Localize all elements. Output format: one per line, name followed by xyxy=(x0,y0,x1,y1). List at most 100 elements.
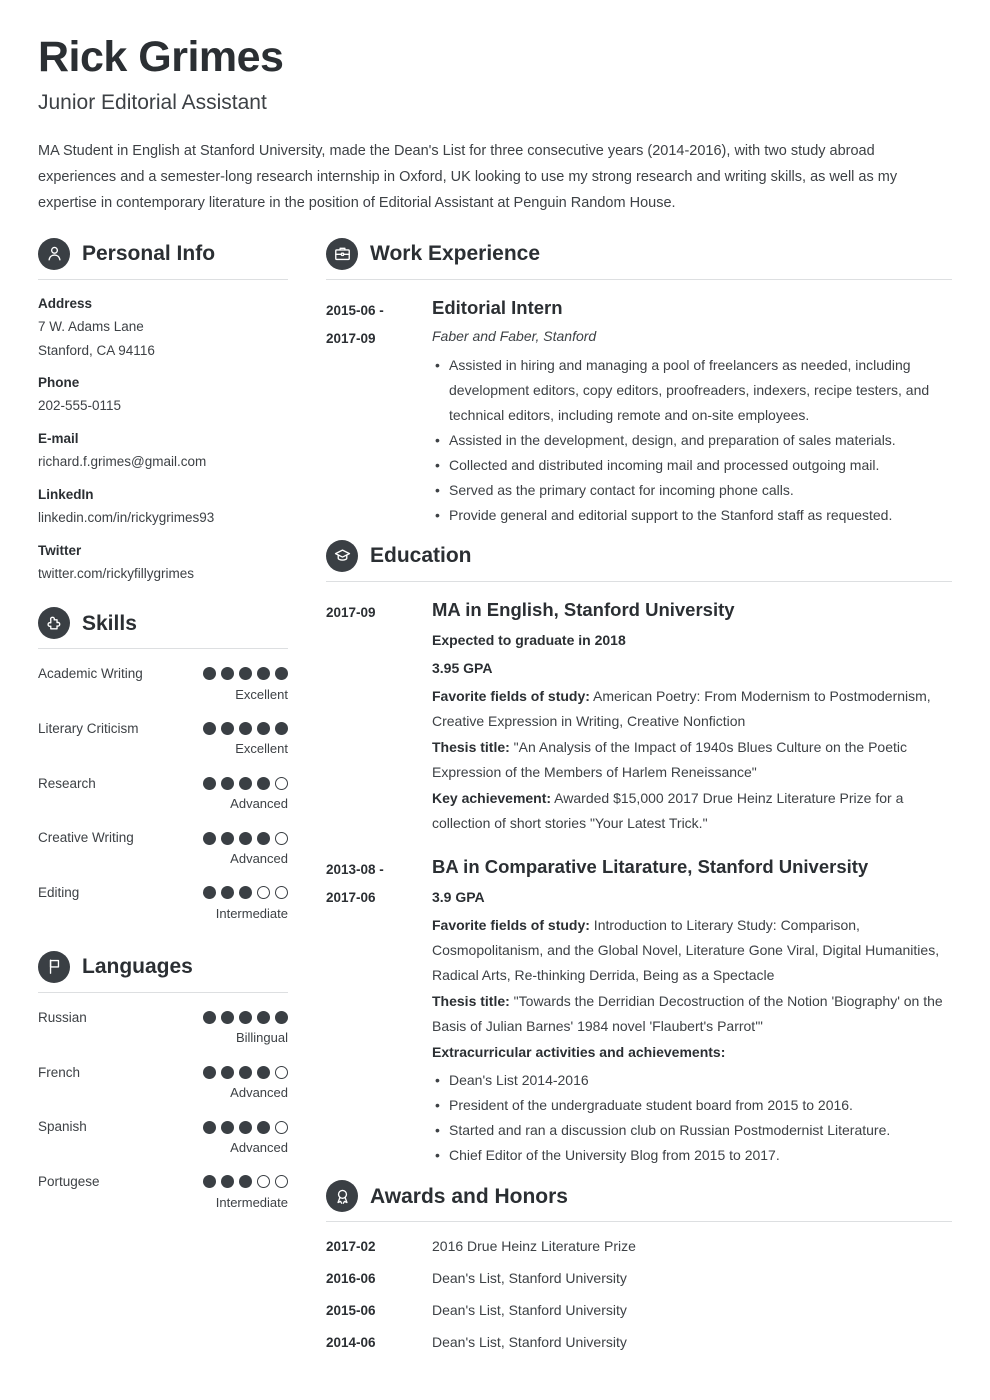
rating-dot-filled xyxy=(221,1175,234,1189)
rating-dot-filled xyxy=(221,831,234,845)
personal-info-field: Twitter twitter.com/rickyfillygrimes xyxy=(38,543,288,585)
rating-dot-filled xyxy=(239,1065,252,1079)
education-detail-line: Thesis title: "An Analysis of the Impact… xyxy=(432,735,952,785)
languages-heading: Languages xyxy=(38,950,288,992)
rating-dot-filled xyxy=(203,776,216,790)
candidate-job-title: Junior Editorial Assistant xyxy=(38,91,267,115)
language-rating-dots xyxy=(203,1175,288,1189)
field-label: E-mail xyxy=(38,431,79,447)
divider xyxy=(38,991,288,993)
language-name: Russian xyxy=(38,1009,87,1025)
field-value-email[interactable]: richard.f.grimes@gmail.com xyxy=(38,452,288,473)
education-title: Education xyxy=(370,544,472,568)
rating-dot-empty xyxy=(257,886,270,900)
skill-row: Academic Writing Excellent xyxy=(38,665,288,704)
language-row: French Advanced xyxy=(38,1064,288,1103)
language-row: Russian Billingual xyxy=(38,1009,288,1048)
education-heading: Education xyxy=(326,539,952,581)
education-detail-label: Thesis title: xyxy=(432,993,510,1009)
language-name: French xyxy=(38,1064,81,1080)
rating-dot-filled xyxy=(203,1065,216,1079)
skill-name: Literary Criticism xyxy=(38,720,139,736)
language-rating-dots xyxy=(203,1011,288,1025)
award-date: 2017-02 xyxy=(326,1239,376,1255)
skill-row: Creative Writing Advanced xyxy=(38,829,288,868)
skill-name: Editing xyxy=(38,885,80,901)
language-level: Billingual xyxy=(235,1030,288,1046)
language-row-top: Portugese xyxy=(38,1173,288,1191)
field-value-linkedin[interactable]: linkedin.com/in/rickygrimes93 xyxy=(38,508,288,529)
field-value-twitter[interactable]: twitter.com/rickyfillygrimes xyxy=(38,564,288,585)
bullet-item: Assisted in hiring and managing a pool o… xyxy=(435,353,952,428)
rating-dot-filled xyxy=(257,722,270,736)
rating-dot-empty xyxy=(275,1120,288,1134)
personal-info-field: E-mail richard.f.grimes@gmail.com xyxy=(38,431,288,473)
rating-dot-filled xyxy=(203,722,216,736)
bullet-item: Started and ran a discussion club on Rus… xyxy=(435,1118,952,1143)
section-work-experience: Work Experience 2015-06 - 2017-09 Editoria… xyxy=(326,237,952,528)
education-highlight-line: Expected to graduate in 2018 xyxy=(432,631,626,648)
skills-title: Skills xyxy=(82,611,137,635)
rating-dot-empty xyxy=(275,1175,288,1189)
skill-name: Creative Writing xyxy=(38,830,134,846)
education-entry-title: BA in Comparative Litarature, Stanford U… xyxy=(432,855,869,877)
award-text: Dean's List, Stanford University xyxy=(432,1302,627,1319)
bullet-item: President of the undergraduate student b… xyxy=(435,1093,952,1118)
rating-dot-filled xyxy=(239,1175,252,1189)
award-date: 2014-06 xyxy=(326,1335,376,1351)
award-row: 2015-06 Dean's List, Stanford University xyxy=(326,1302,952,1318)
divider xyxy=(38,648,288,650)
divider xyxy=(326,278,952,280)
skill-rating-dots xyxy=(203,667,288,681)
rating-dot-filled xyxy=(275,1011,288,1025)
divider xyxy=(38,278,288,280)
date-end: 2017-06 xyxy=(326,889,376,905)
field-value: 202-555-0115 xyxy=(38,398,122,414)
education-entry-body: MA in English, Stanford University Expect… xyxy=(432,598,952,837)
language-row-top: French xyxy=(38,1064,288,1082)
work-experience-heading: Work Experience xyxy=(326,237,952,279)
language-rating-dots xyxy=(203,1120,288,1134)
section-skills: Skills Academic Writing Excellent Literary… xyxy=(38,607,288,923)
date-start: 2015-06 - xyxy=(326,302,384,318)
work-experience-title: Work Experience xyxy=(370,242,541,266)
education-detail-label: Key achievement: xyxy=(432,789,552,806)
education-detail-label: Thesis title: xyxy=(432,738,510,755)
rating-dot-filled xyxy=(221,1011,234,1025)
rating-dot-empty xyxy=(275,1065,288,1079)
section-education: Education 2017-09 MA in English, Stanford… xyxy=(326,539,952,1168)
rating-dot-filled xyxy=(203,831,216,845)
awards-heading: Awards and Honors xyxy=(326,1180,952,1221)
language-name: Portugese xyxy=(38,1174,100,1190)
field-label: Twitter xyxy=(38,543,82,559)
bullet-item: Collected and distributed incoming mail … xyxy=(435,453,952,478)
date-end: 2017-09 xyxy=(326,330,376,346)
rating-dot-filled xyxy=(275,667,288,681)
award-row: 2017-02 2016 Drue Heinz Literature Prize xyxy=(326,1238,952,1254)
rating-dot-filled xyxy=(239,886,252,900)
education-detail-label: Favorite fields of study: xyxy=(432,687,590,704)
language-level: Advanced xyxy=(230,1085,288,1101)
section-languages: Languages Russian Billingual French Advance… xyxy=(38,950,288,1212)
rating-dot-filled xyxy=(203,1120,216,1134)
person-icon xyxy=(38,237,70,270)
education-detail-line: Thesis title: "Towards the Derridian Dec… xyxy=(432,989,952,1039)
skill-rating-dots xyxy=(203,831,288,845)
award-date: 2016-06 xyxy=(326,1271,376,1287)
field-label: LinkedIn xyxy=(38,487,94,503)
section-personal-info: Personal Info Address 7 W. Adams Lane St… xyxy=(38,237,288,586)
education-detail-line: Favorite fields of study: American Poetr… xyxy=(432,684,952,734)
rating-dot-filled xyxy=(221,722,234,736)
bullet-list: Assisted in hiring and managing a pool o… xyxy=(432,353,952,528)
language-row-top: Russian xyxy=(38,1009,288,1027)
work-entry-title: Editorial Intern xyxy=(432,296,563,318)
education-entry: 2017-09 MA in English, Stanford Universit… xyxy=(326,598,952,837)
bullet-item: Chief Editor of the University Blog from… xyxy=(435,1143,952,1168)
education-highlight-line: 3.9 GPA xyxy=(432,888,485,905)
skill-rating-dots xyxy=(203,886,288,900)
rating-dot-filled xyxy=(203,886,216,900)
